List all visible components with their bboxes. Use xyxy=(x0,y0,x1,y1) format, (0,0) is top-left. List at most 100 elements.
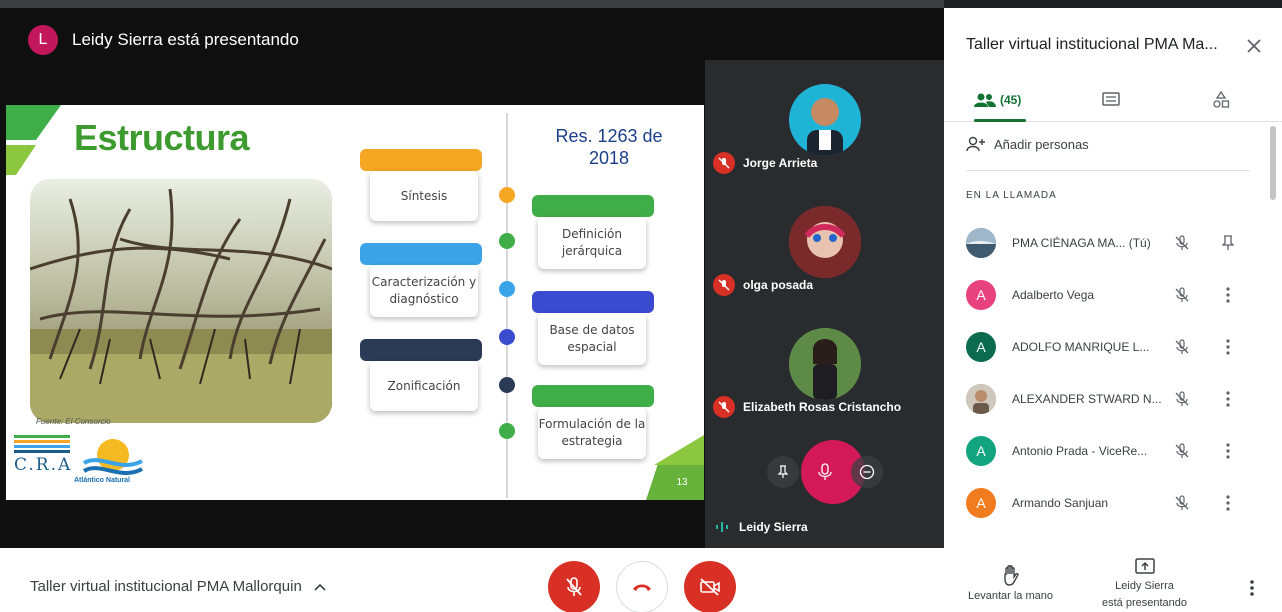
more-options-icon[interactable] xyxy=(1218,389,1238,409)
people-icon xyxy=(974,93,996,107)
participant-name: ALEXANDER STWARD N... xyxy=(1012,392,1162,406)
pin-button[interactable] xyxy=(767,456,799,488)
card-tab xyxy=(360,243,482,265)
add-people-button[interactable]: Añadir personas xyxy=(966,136,1089,152)
active-tab-indicator xyxy=(974,119,1026,122)
participant-name-row: olga posada xyxy=(713,274,813,296)
participant-row[interactable]: PMA CIÉNAGA MA... (Tú) xyxy=(966,226,1256,260)
tab-activities[interactable] xyxy=(1212,84,1230,116)
slide-title: Estructura xyxy=(74,117,250,158)
card-base-datos: Base de datos espacial xyxy=(538,313,646,365)
participant-row[interactable]: A Antonio Prada - ViceRe... xyxy=(966,434,1256,468)
participant-name-row: Jorge Arrieta xyxy=(713,152,817,174)
presentation-stage: L Leidy Sierra está presentando Estructu… xyxy=(0,0,944,548)
card-zonificacion: Zonificación xyxy=(370,361,478,411)
chat-icon xyxy=(1102,92,1120,106)
participant-row[interactable]: A Adalberto Vega xyxy=(966,278,1256,312)
participant-row[interactable]: ALEXANDER STWARD N... xyxy=(966,382,1256,416)
timeline-node xyxy=(499,377,515,393)
muted-mic-icon xyxy=(1172,233,1192,253)
mic-off-icon xyxy=(566,577,582,596)
self-name: Leidy Sierra xyxy=(739,520,808,534)
people-count: (45) xyxy=(1000,93,1022,107)
meeting-details-button[interactable]: Taller virtual institucional PMA Mallorq… xyxy=(30,578,326,595)
camera-off-icon xyxy=(700,578,720,596)
participant-tile[interactable]: olga posada xyxy=(705,182,944,302)
card-tab xyxy=(532,291,654,313)
photo-source-caption: Fuente: El Consorcio xyxy=(36,417,111,426)
more-options-icon[interactable] xyxy=(1218,285,1238,305)
timeline-node xyxy=(499,329,515,345)
participant-tiles: Jorge Arrieta olga posada Elizabeth Rosa… xyxy=(705,60,944,548)
participant-tile[interactable]: Jorge Arrieta xyxy=(705,60,944,180)
mute-participant-button[interactable] xyxy=(809,456,841,488)
meeting-title: Taller virtual institucional PMA Mallorq… xyxy=(30,578,302,595)
more-options-icon[interactable] xyxy=(1218,441,1238,461)
participant-name: olga posada xyxy=(743,278,814,292)
participant-row[interactable]: A ADOLFO MANRIQUE L... xyxy=(966,330,1256,364)
participant-row[interactable]: A Armando Sanjuan xyxy=(966,486,1256,520)
card-tab xyxy=(360,339,482,361)
participant-name: Armando Sanjuan xyxy=(1012,496,1109,510)
card-tab xyxy=(532,385,654,407)
card-caracterizacion: Caracterización y diagnóstico xyxy=(370,265,478,317)
muted-mic-icon xyxy=(1172,493,1192,513)
participant-name: PMA CIÉNAGA MA... (Tú) xyxy=(1012,236,1151,250)
muted-mic-icon xyxy=(1172,389,1192,409)
timeline-node xyxy=(499,187,515,203)
shared-slide: Estructura Fuente: El Consorcio C.R.A At… xyxy=(6,105,704,500)
avatar: A xyxy=(966,488,996,518)
panel-tabs: (45) xyxy=(944,78,1282,122)
avatar xyxy=(966,384,996,414)
raise-hand-button[interactable]: Levantar la mano xyxy=(968,564,1053,603)
section-label: EN LA LLAMADA xyxy=(966,190,1057,201)
participant-name: Adalberto Vega xyxy=(1012,288,1095,302)
card-sintesis: Síntesis xyxy=(370,171,478,221)
participant-name: ADOLFO MANRIQUE L... xyxy=(1012,340,1150,354)
chevron-up-icon xyxy=(314,583,326,591)
avatar: A xyxy=(966,332,996,362)
pin-icon[interactable] xyxy=(1218,233,1238,253)
presenting-status-button[interactable]: Leidy Sierra está presentando xyxy=(1102,558,1187,610)
presenter-banner: L Leidy Sierra está presentando xyxy=(28,24,299,56)
more-options-icon[interactable] xyxy=(1218,337,1238,357)
avatar: A xyxy=(966,436,996,466)
top-strip xyxy=(0,0,944,8)
tab-chat[interactable] xyxy=(1102,84,1120,116)
camera-toggle-button[interactable] xyxy=(684,561,736,612)
presenter-label: Leidy Sierra está presentando xyxy=(72,30,299,49)
participant-name: Jorge Arrieta xyxy=(743,156,818,170)
muted-mic-icon xyxy=(1172,337,1192,357)
timeline-node xyxy=(499,233,515,249)
avatar: A xyxy=(966,280,996,310)
card-tab xyxy=(360,149,482,171)
present-screen-icon xyxy=(1134,558,1155,574)
participant-photo xyxy=(789,84,861,156)
muted-icon xyxy=(713,396,735,418)
resolution-text: Res. 1263 de 2018 xyxy=(555,126,663,168)
slide-corner-decoration xyxy=(654,435,704,465)
more-options-icon[interactable] xyxy=(1242,578,1262,598)
slide-corner-decoration xyxy=(6,105,61,175)
card-formulacion: Formulación de la estrategia xyxy=(538,407,646,459)
self-name-row: Leidy Sierra xyxy=(715,520,808,534)
add-person-icon xyxy=(966,136,985,152)
leave-call-button[interactable] xyxy=(616,561,668,612)
avatar xyxy=(966,228,996,258)
participant-photo xyxy=(789,328,861,400)
people-panel: Taller virtual institucional PMA Ma... (… xyxy=(944,8,1282,548)
more-options-icon[interactable] xyxy=(1218,493,1238,513)
scrollbar[interactable] xyxy=(1270,126,1276,200)
participant-tile[interactable]: Elizabeth Rosas Cristancho xyxy=(705,304,944,424)
remove-button[interactable] xyxy=(851,456,883,488)
close-icon[interactable] xyxy=(1242,34,1266,58)
tab-people[interactable]: (45) xyxy=(974,84,1021,116)
timeline-node xyxy=(499,281,515,297)
cra-logo-text: C.R.A xyxy=(14,455,73,475)
divider xyxy=(966,170,1250,171)
hang-up-icon xyxy=(633,584,651,591)
shapes-icon xyxy=(1213,91,1230,108)
card-definicion: Definición jerárquica xyxy=(538,217,646,269)
microphone-toggle-button[interactable] xyxy=(548,561,600,612)
mangrove-photo xyxy=(30,179,332,423)
